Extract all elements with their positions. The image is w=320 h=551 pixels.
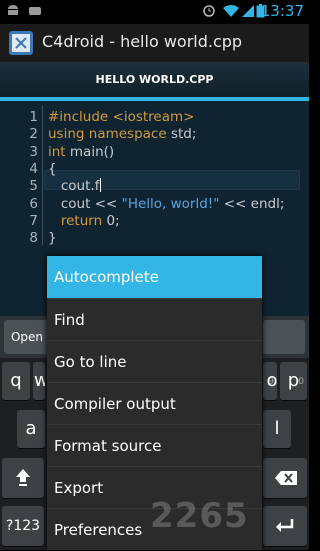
- alarm-icon: [203, 5, 215, 17]
- key-label: q: [10, 370, 22, 391]
- key-label: a: [25, 418, 37, 439]
- code-line[interactable]: cout.f: [48, 178, 102, 195]
- key-label: l: [274, 418, 280, 439]
- key-label: ?123: [5, 518, 41, 534]
- code-token: << endl;: [219, 195, 285, 212]
- key-q[interactable]: q: [2, 362, 30, 400]
- code-token: int: [48, 143, 66, 160]
- key-alt-label: 0: [298, 377, 304, 387]
- code-line[interactable]: return 0;: [48, 213, 120, 229]
- shift-key[interactable]: [2, 458, 44, 498]
- key-label: o: [266, 370, 277, 391]
- menu-item-find[interactable]: Find: [47, 298, 262, 340]
- code-token: }: [48, 230, 57, 247]
- code-token: cout.f: [48, 178, 100, 195]
- code-token: return: [60, 212, 103, 229]
- code-token: std;: [166, 126, 197, 143]
- code-token: using namespace: [48, 126, 167, 143]
- app-title: C4droid - hello world.cpp: [42, 32, 243, 51]
- code-token: "Hello, world!": [121, 195, 220, 212]
- text-cursor: [100, 178, 102, 193]
- enter-key[interactable]: [263, 506, 307, 546]
- android-icon: [8, 5, 18, 15]
- notification-icon: [29, 7, 41, 15]
- symbols-key[interactable]: ?123: [2, 506, 44, 546]
- key-o[interactable]: 9o: [263, 362, 277, 400]
- code-line[interactable]: {: [48, 161, 57, 177]
- backspace-key[interactable]: [263, 458, 307, 498]
- code-line[interactable]: }: [48, 230, 57, 246]
- code-line[interactable]: int main(): [48, 144, 114, 160]
- menu-item-compiler-output[interactable]: Compiler output: [47, 382, 262, 424]
- menu-item-go-to-line[interactable]: Go to line: [47, 340, 262, 382]
- c4droid-app-icon[interactable]: [8, 30, 34, 56]
- backspace-icon: [275, 471, 297, 485]
- line-number: 5: [29, 178, 38, 195]
- gutter-divider: [42, 105, 43, 245]
- action-bar: C4droid - hello world.cpp: [0, 24, 309, 63]
- code-token: main(): [65, 143, 115, 160]
- wifi-icon: [223, 4, 239, 17]
- shift-icon: [16, 469, 30, 486]
- code-token: cout <<: [48, 195, 122, 212]
- tab-hello-world-cpp[interactable]: HELLO WORLD.CPP: [0, 63, 309, 97]
- line-number: 6: [29, 195, 38, 212]
- key-p[interactable]: 0p: [280, 362, 307, 400]
- open-button[interactable]: Open: [4, 320, 50, 354]
- line-number: 8: [29, 230, 38, 247]
- key-l[interactable]: l: [263, 410, 291, 448]
- enter-icon: [276, 519, 294, 532]
- status-bar: 13:37: [0, 0, 309, 24]
- key-w[interactable]: w: [33, 362, 45, 400]
- code-token: 0;: [102, 212, 120, 229]
- code-token: {: [48, 160, 57, 177]
- code-line[interactable]: #include <iostream>: [48, 109, 194, 125]
- line-number: 1: [29, 109, 38, 125]
- code-token: #include <iostream>: [48, 109, 195, 125]
- watermark: 2265: [150, 496, 249, 536]
- line-number: 4: [29, 160, 38, 177]
- line-number: 7: [29, 212, 38, 229]
- menu-item-format-source[interactable]: Format source: [47, 424, 262, 466]
- toolbar-button[interactable]: [263, 320, 305, 354]
- code-line[interactable]: cout << "Hello, world!" << endl;: [48, 195, 285, 212]
- menu-item-autocomplete[interactable]: Autocomplete: [47, 256, 262, 298]
- code-line[interactable]: using namespace std;: [48, 126, 196, 142]
- key-a[interactable]: a: [17, 410, 45, 448]
- line-number: 2: [29, 126, 38, 143]
- key-label: w: [34, 370, 45, 391]
- clock-time: 13:37: [260, 2, 304, 20]
- signal-icon: [242, 5, 254, 17]
- file-tab-bar: HELLO WORLD.CPP: [0, 63, 309, 101]
- line-number: 3: [29, 143, 38, 160]
